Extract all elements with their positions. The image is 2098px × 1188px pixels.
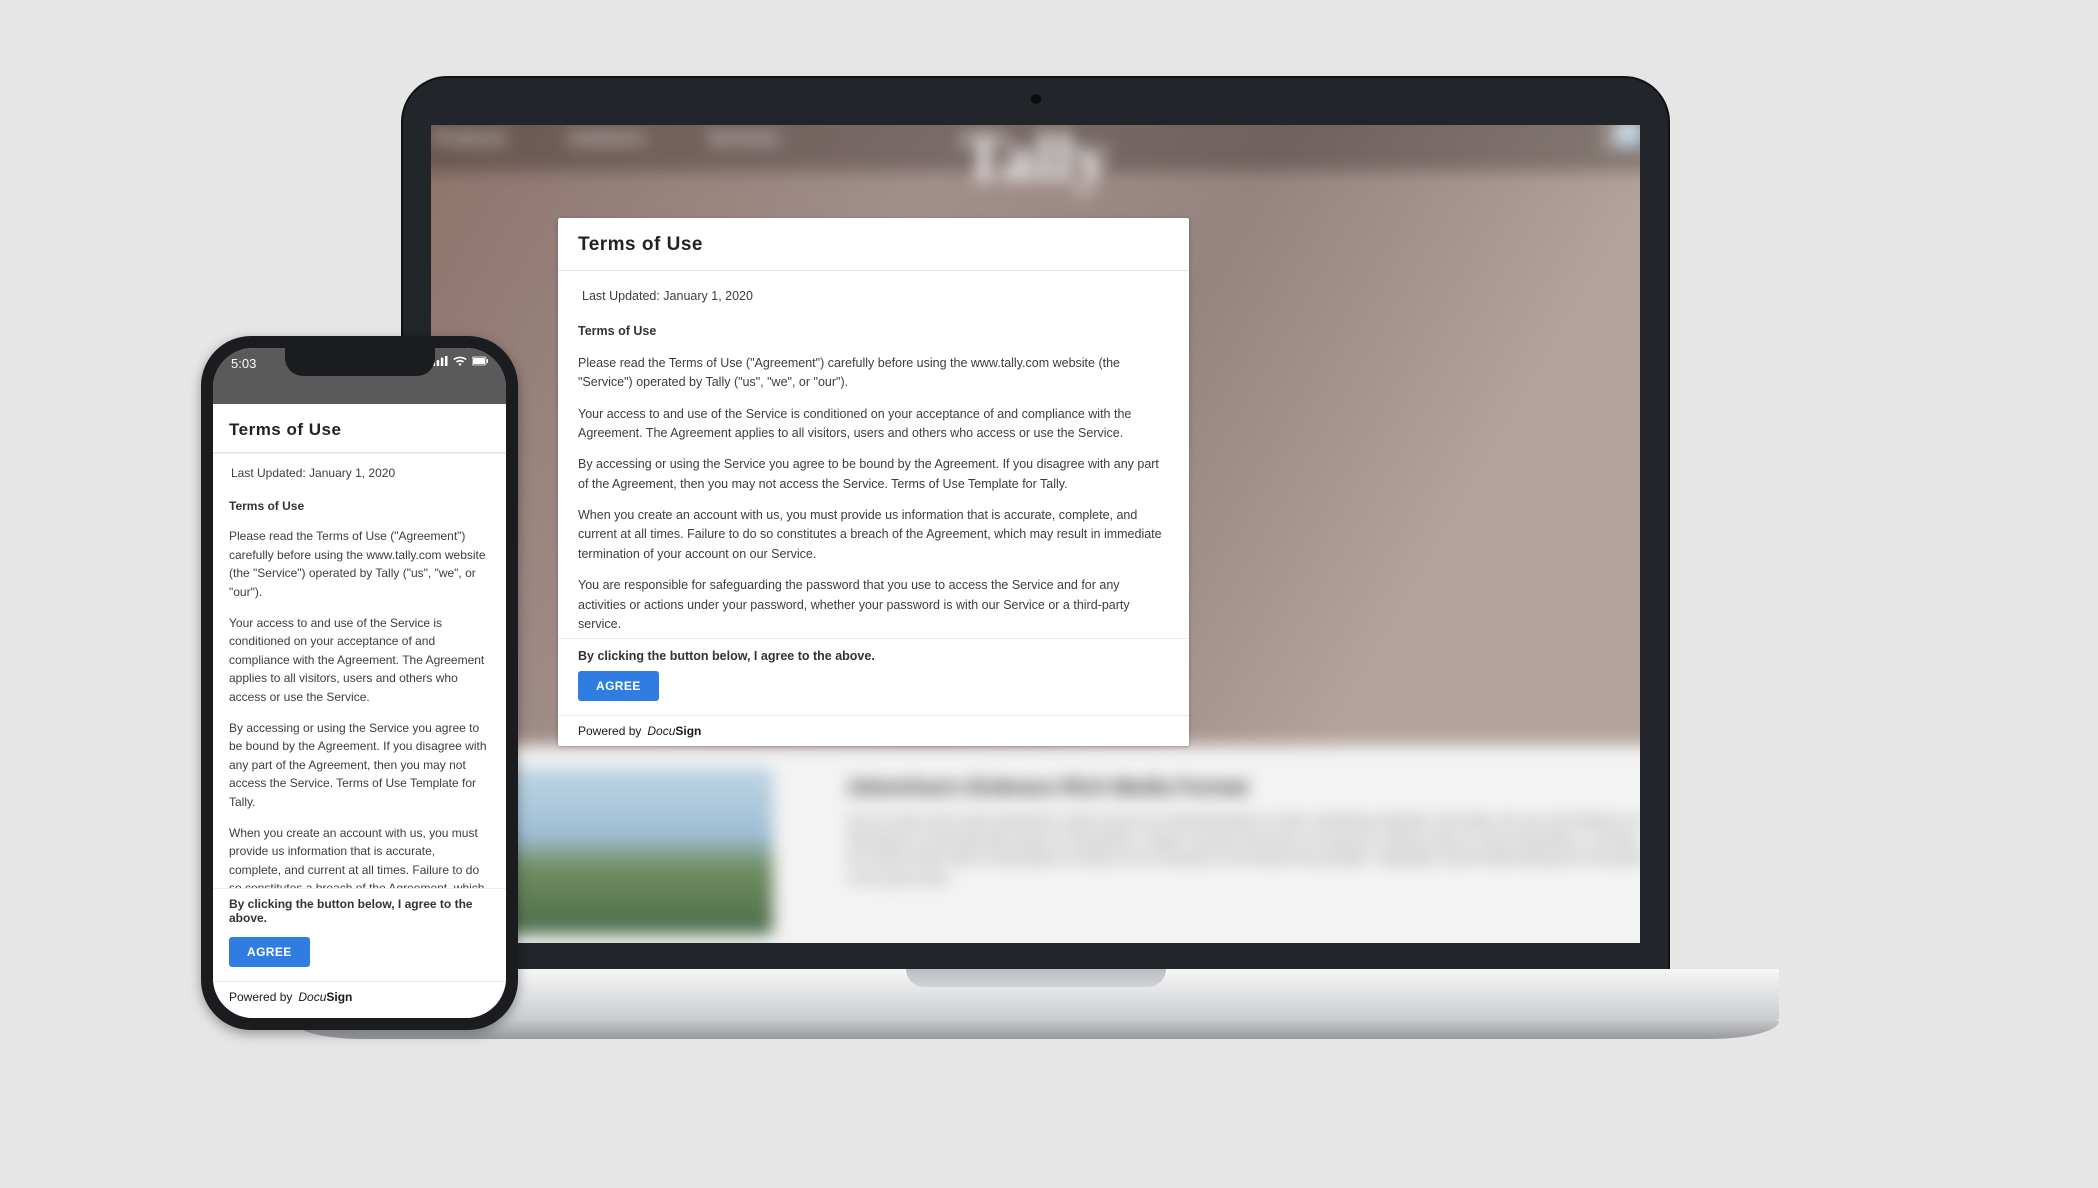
modal-body[interactable]: Last Updated: January 1, 2020 Terms of U… [213, 454, 506, 888]
battery-icon [472, 356, 488, 366]
nav-products[interactable]: Products [432, 127, 506, 149]
agree-statement: By clicking the button below, I agree to… [558, 639, 1189, 671]
laptop-screen: Products Solutions Services Tally You ar… [431, 125, 1640, 943]
agree-statement: By clicking the button below, I agree to… [213, 889, 506, 931]
terms-modal-mobile: Terms of Use Last Updated: January 1, 20… [213, 404, 506, 1018]
nav-services[interactable]: Services [707, 127, 779, 149]
modal-header: Terms of Use [558, 218, 1189, 271]
modal-actions: AGREE [213, 931, 506, 981]
user-role: You are here [1602, 125, 1640, 134]
docusign-logo: DocuSign [647, 724, 701, 738]
terms-subhead: Terms of Use [229, 497, 490, 516]
terms-paragraph: When you create an account with us, you … [229, 824, 490, 889]
phone-mockup: 5:03 Terms of Use Last Updated: January … [201, 336, 518, 1030]
laptop-mockup: Products Solutions Services Tally You ar… [401, 76, 1670, 1043]
powered-by-label: Powered by [578, 724, 641, 738]
status-time: 5:03 [231, 356, 256, 371]
article-copy: Not so many years ago businesses used to… [848, 812, 1640, 888]
last-updated: Last Updated: January 1, 2020 [231, 464, 490, 483]
terms-paragraph: Your access to and use of the Service is… [578, 405, 1167, 444]
modal-footer: Powered by DocuSign [558, 715, 1189, 746]
modal-title: Terms of Use [578, 234, 1169, 256]
powered-by-label: Powered by [229, 990, 292, 1004]
nav-solutions[interactable]: Solutions [568, 127, 645, 149]
terms-paragraph: You are responsible for safeguarding the… [578, 576, 1167, 634]
last-updated: Last Updated: January 1, 2020 [582, 287, 1167, 306]
wifi-icon [452, 356, 468, 366]
user-label: You are here Alex Ex [1602, 125, 1640, 152]
agree-button[interactable]: AGREE [229, 937, 310, 967]
modal-footer: Powered by DocuSign [213, 981, 506, 1018]
laptop-foot [293, 1021, 1779, 1039]
terms-paragraph: By accessing or using the Service you ag… [578, 455, 1167, 494]
terms-modal: Terms of Use Last Updated: January 1, 20… [558, 218, 1189, 746]
article-headline: Advertisers Embrace Rich Media Format [848, 776, 1248, 800]
modal-header: Terms of Use [213, 404, 506, 453]
site-nav: Products Solutions Services Tally [432, 127, 1639, 149]
terms-paragraph: Your access to and use of the Service is… [229, 614, 490, 707]
terms-paragraph: When you create an account with us, you … [578, 506, 1167, 564]
modal-body[interactable]: Last Updated: January 1, 2020 Terms of U… [558, 271, 1189, 638]
phone-screen: 5:03 Terms of Use Last Updated: January … [213, 348, 506, 1018]
terms-paragraph: By accessing or using the Service you ag… [229, 719, 490, 812]
modal-title: Terms of Use [229, 420, 490, 440]
site-logo: Tally [962, 125, 1109, 196]
modal-actions: AGREE [558, 671, 1189, 715]
user-name: Alex Ex [1602, 134, 1640, 151]
phone-chrome: 5:03 Terms of Use Last Updated: January … [213, 348, 506, 1018]
terms-subhead: Terms of Use [578, 322, 1167, 341]
agree-button[interactable]: AGREE [578, 671, 659, 701]
site-lower: Advertisers Embrace Rich Media Format No… [431, 745, 1640, 943]
docusign-logo: DocuSign [298, 990, 352, 1004]
terms-paragraph: Please read the Terms of Use ("Agreement… [578, 354, 1167, 393]
terms-paragraph: Please read the Terms of Use ("Agreement… [229, 527, 490, 601]
phone-notch [285, 348, 435, 376]
